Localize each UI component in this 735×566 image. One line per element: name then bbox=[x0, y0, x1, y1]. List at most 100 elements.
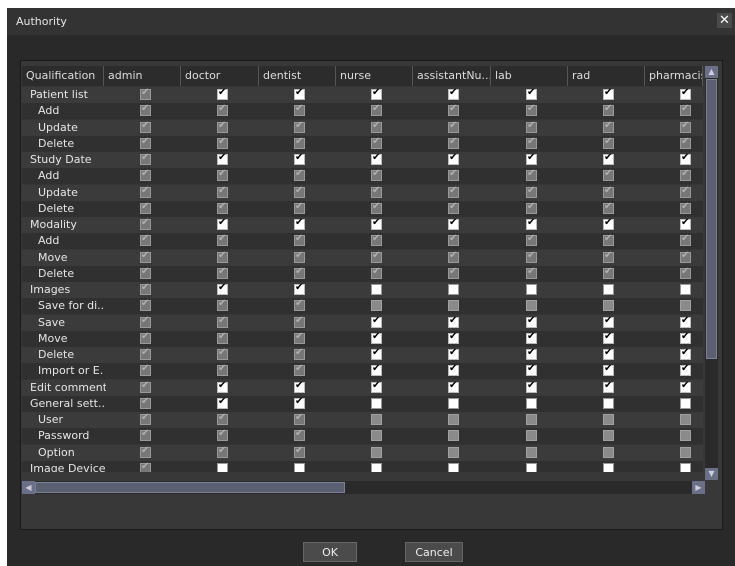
horizontal-scrollbar[interactable]: ◀ ▶ bbox=[22, 481, 705, 494]
permission-checkbox[interactable] bbox=[371, 397, 382, 409]
permission-checkbox[interactable] bbox=[217, 282, 228, 295]
close-icon[interactable]: ✕ bbox=[717, 13, 732, 28]
permission-checkbox[interactable] bbox=[371, 217, 382, 230]
scroll-down-icon[interactable]: ▼ bbox=[705, 468, 718, 480]
permission-checkbox[interactable] bbox=[217, 380, 228, 393]
permission-checkbox[interactable] bbox=[526, 397, 537, 409]
permission-checkbox[interactable] bbox=[680, 315, 691, 328]
permission-checkbox[interactable] bbox=[448, 315, 459, 328]
permission-checkbox[interactable] bbox=[217, 152, 228, 165]
permission-checkbox[interactable] bbox=[294, 152, 305, 165]
permission-checkbox[interactable] bbox=[526, 347, 537, 360]
vertical-scroll-thumb[interactable] bbox=[706, 79, 717, 359]
permission-checkbox[interactable] bbox=[448, 152, 459, 165]
permission-checkbox[interactable] bbox=[680, 380, 691, 393]
permission-checkbox[interactable] bbox=[603, 284, 614, 295]
permission-checkbox[interactable] bbox=[294, 217, 305, 230]
permission-checkbox[interactable] bbox=[294, 396, 305, 409]
permission-checkbox[interactable] bbox=[371, 315, 382, 328]
permission-checkbox[interactable] bbox=[603, 152, 614, 165]
permission-checkbox[interactable] bbox=[526, 380, 537, 393]
permission-checkbox[interactable] bbox=[217, 87, 228, 100]
permission-checkbox[interactable] bbox=[294, 87, 305, 100]
permission-checkbox[interactable] bbox=[680, 152, 691, 165]
table-row: User bbox=[22, 412, 703, 428]
permission-checkbox[interactable] bbox=[371, 462, 382, 472]
horizontal-scroll-thumb[interactable] bbox=[35, 482, 345, 493]
permission-checkbox bbox=[371, 120, 382, 133]
permission-checkbox[interactable] bbox=[680, 397, 691, 409]
permission-checkbox[interactable] bbox=[448, 380, 459, 393]
vertical-scrollbar[interactable]: ▲ ▼ bbox=[705, 66, 718, 480]
permission-checkbox[interactable] bbox=[294, 380, 305, 393]
permission-checkbox[interactable] bbox=[371, 380, 382, 393]
scroll-up-icon[interactable]: ▲ bbox=[705, 66, 718, 78]
permission-checkbox[interactable] bbox=[217, 396, 228, 409]
row-label: Edit comment bbox=[30, 380, 106, 394]
table-row: Save bbox=[22, 314, 703, 331]
permission-checkbox[interactable] bbox=[526, 284, 537, 295]
table-row: Move bbox=[22, 330, 703, 347]
permission-checkbox[interactable] bbox=[371, 363, 382, 377]
permission-checkbox[interactable] bbox=[217, 462, 228, 472]
permission-checkbox[interactable] bbox=[680, 363, 691, 377]
permission-checkbox[interactable] bbox=[448, 331, 459, 344]
permission-checkbox[interactable] bbox=[680, 347, 691, 360]
permission-checkbox[interactable] bbox=[448, 363, 459, 377]
permission-checkbox[interactable] bbox=[526, 331, 537, 344]
permission-checkbox[interactable] bbox=[448, 462, 459, 472]
permission-checkbox bbox=[217, 250, 228, 263]
permission-checkbox[interactable] bbox=[680, 284, 691, 295]
column-header[interactable]: assistantNu... bbox=[413, 66, 491, 86]
permission-checkbox[interactable] bbox=[371, 331, 382, 344]
permission-checkbox[interactable] bbox=[526, 152, 537, 165]
permission-checkbox[interactable] bbox=[603, 87, 614, 100]
column-header[interactable]: dentist bbox=[259, 66, 336, 86]
permission-checkbox[interactable] bbox=[680, 462, 691, 472]
permission-checkbox[interactable] bbox=[603, 347, 614, 360]
permission-checkbox[interactable] bbox=[294, 282, 305, 295]
permission-checkbox[interactable] bbox=[448, 217, 459, 230]
permission-checkbox bbox=[140, 461, 151, 472]
permission-checkbox[interactable] bbox=[448, 347, 459, 360]
column-header[interactable]: lab bbox=[491, 66, 568, 86]
permission-checkbox[interactable] bbox=[680, 87, 691, 100]
permission-checkbox[interactable] bbox=[526, 87, 537, 100]
permission-checkbox[interactable] bbox=[603, 315, 614, 328]
permission-checkbox bbox=[140, 250, 151, 263]
column-header[interactable]: nurse bbox=[336, 66, 413, 86]
column-header[interactable]: pharmacis bbox=[645, 66, 703, 86]
permission-checkbox bbox=[140, 347, 151, 360]
permission-checkbox[interactable] bbox=[371, 87, 382, 100]
permission-checkbox[interactable] bbox=[680, 331, 691, 344]
permission-checkbox[interactable] bbox=[371, 284, 382, 295]
permission-checkbox[interactable] bbox=[448, 87, 459, 100]
ok-button[interactable]: OK bbox=[303, 542, 357, 562]
column-header[interactable]: rad bbox=[568, 66, 645, 86]
permission-checkbox[interactable] bbox=[526, 462, 537, 472]
permission-checkbox[interactable] bbox=[603, 217, 614, 230]
permission-checkbox[interactable] bbox=[603, 331, 614, 344]
permission-checkbox[interactable] bbox=[371, 152, 382, 165]
row-label: Modality bbox=[30, 218, 77, 231]
permission-checkbox[interactable] bbox=[217, 217, 228, 230]
permission-checkbox[interactable] bbox=[603, 462, 614, 472]
scroll-right-icon[interactable]: ▶ bbox=[692, 481, 705, 494]
scroll-left-icon[interactable]: ◀ bbox=[22, 481, 35, 494]
permission-checkbox[interactable] bbox=[371, 347, 382, 360]
column-header[interactable]: doctor bbox=[181, 66, 259, 86]
permission-checkbox[interactable] bbox=[448, 284, 459, 295]
permission-checkbox[interactable] bbox=[526, 363, 537, 377]
permission-checkbox[interactable] bbox=[526, 217, 537, 230]
column-header[interactable]: Qualification bbox=[22, 66, 104, 86]
permission-checkbox[interactable] bbox=[603, 397, 614, 409]
permission-checkbox[interactable] bbox=[526, 315, 537, 328]
permission-checkbox[interactable] bbox=[680, 217, 691, 230]
cancel-button[interactable]: Cancel bbox=[405, 542, 463, 562]
permission-checkbox[interactable] bbox=[603, 363, 614, 377]
permission-checkbox[interactable] bbox=[603, 380, 614, 393]
permission-checkbox[interactable] bbox=[448, 397, 459, 409]
column-header[interactable]: admin bbox=[104, 66, 181, 86]
permission-checkbox[interactable] bbox=[294, 462, 305, 472]
table-row: Images bbox=[22, 282, 703, 298]
